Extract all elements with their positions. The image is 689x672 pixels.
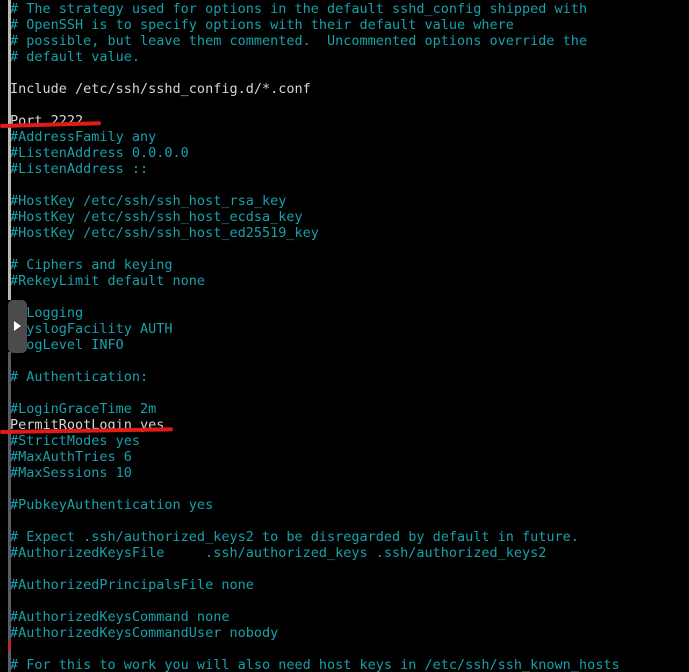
code-line[interactable]: #AddressFamily any <box>0 129 689 145</box>
code-line[interactable] <box>0 97 689 113</box>
code-line[interactable]: # default value. <box>0 49 689 65</box>
play-arrow-icon <box>14 321 21 331</box>
code-line[interactable]: #StrictModes yes <box>0 433 689 449</box>
code-line[interactable]: Port 2222 <box>0 113 689 129</box>
code-line[interactable]: # Expect .ssh/authorized_keys2 to be dis… <box>0 529 689 545</box>
code-line[interactable]: #MaxAuthTries 6 <box>0 449 689 465</box>
code-line[interactable]: #AuthorizedPrincipalsFile none <box>0 577 689 593</box>
code-line[interactable]: # For this to work you will also need ho… <box>0 657 689 672</box>
terminal-editor-window: # The strategy used for options in the d… <box>0 0 689 672</box>
code-line[interactable]: #AuthorizedKeysFile .ssh/authorized_keys… <box>0 545 689 561</box>
code-line[interactable] <box>0 353 689 369</box>
code-line[interactable]: # Logging <box>0 305 689 321</box>
code-line[interactable]: #RekeyLimit default none <box>0 273 689 289</box>
code-line[interactable] <box>0 481 689 497</box>
code-line[interactable]: # Authentication: <box>0 369 689 385</box>
code-line[interactable]: #LogLevel INFO <box>0 337 689 353</box>
scrollbar-thumb[interactable] <box>8 300 27 353</box>
code-line[interactable]: # possible, but leave them commented. Un… <box>0 33 689 49</box>
code-line[interactable]: #ListenAddress 0.0.0.0 <box>0 145 689 161</box>
code-line[interactable]: # OpenSSH is to specify options with the… <box>0 17 689 33</box>
code-line[interactable]: #LoginGraceTime 2m <box>0 401 689 417</box>
code-line[interactable] <box>0 385 689 401</box>
code-line[interactable] <box>0 177 689 193</box>
code-line[interactable]: #HostKey /etc/ssh/ssh_host_ecdsa_key <box>0 209 689 225</box>
code-line[interactable]: #SyslogFacility AUTH <box>0 321 689 337</box>
code-line[interactable] <box>0 65 689 81</box>
code-line[interactable]: #AuthorizedKeysCommand none <box>0 609 689 625</box>
code-line[interactable]: #HostKey /etc/ssh/ssh_host_rsa_key <box>0 193 689 209</box>
scrollbar-track-upper <box>8 0 11 300</box>
code-line[interactable]: # Ciphers and keying <box>0 257 689 273</box>
code-line[interactable] <box>0 593 689 609</box>
code-line[interactable]: #PubkeyAuthentication yes <box>0 497 689 513</box>
config-file-text[interactable]: # The strategy used for options in the d… <box>0 0 689 672</box>
code-line[interactable]: # The strategy used for options in the d… <box>0 1 689 17</box>
code-line[interactable] <box>0 561 689 577</box>
code-line[interactable]: #HostKey /etc/ssh/ssh_host_ed25519_key <box>0 225 689 241</box>
scrollbar-track-lower <box>8 352 11 672</box>
code-line[interactable] <box>0 513 689 529</box>
code-line[interactable] <box>0 241 689 257</box>
scrollbar-position-marker <box>8 641 11 650</box>
code-line[interactable]: #MaxSessions 10 <box>0 465 689 481</box>
code-line[interactable] <box>0 641 689 657</box>
code-line[interactable]: #AuthorizedKeysCommandUser nobody <box>0 625 689 641</box>
code-line[interactable]: Include /etc/ssh/sshd_config.d/*.conf <box>0 81 689 97</box>
code-line[interactable] <box>0 289 689 305</box>
code-line[interactable]: #ListenAddress :: <box>0 161 689 177</box>
